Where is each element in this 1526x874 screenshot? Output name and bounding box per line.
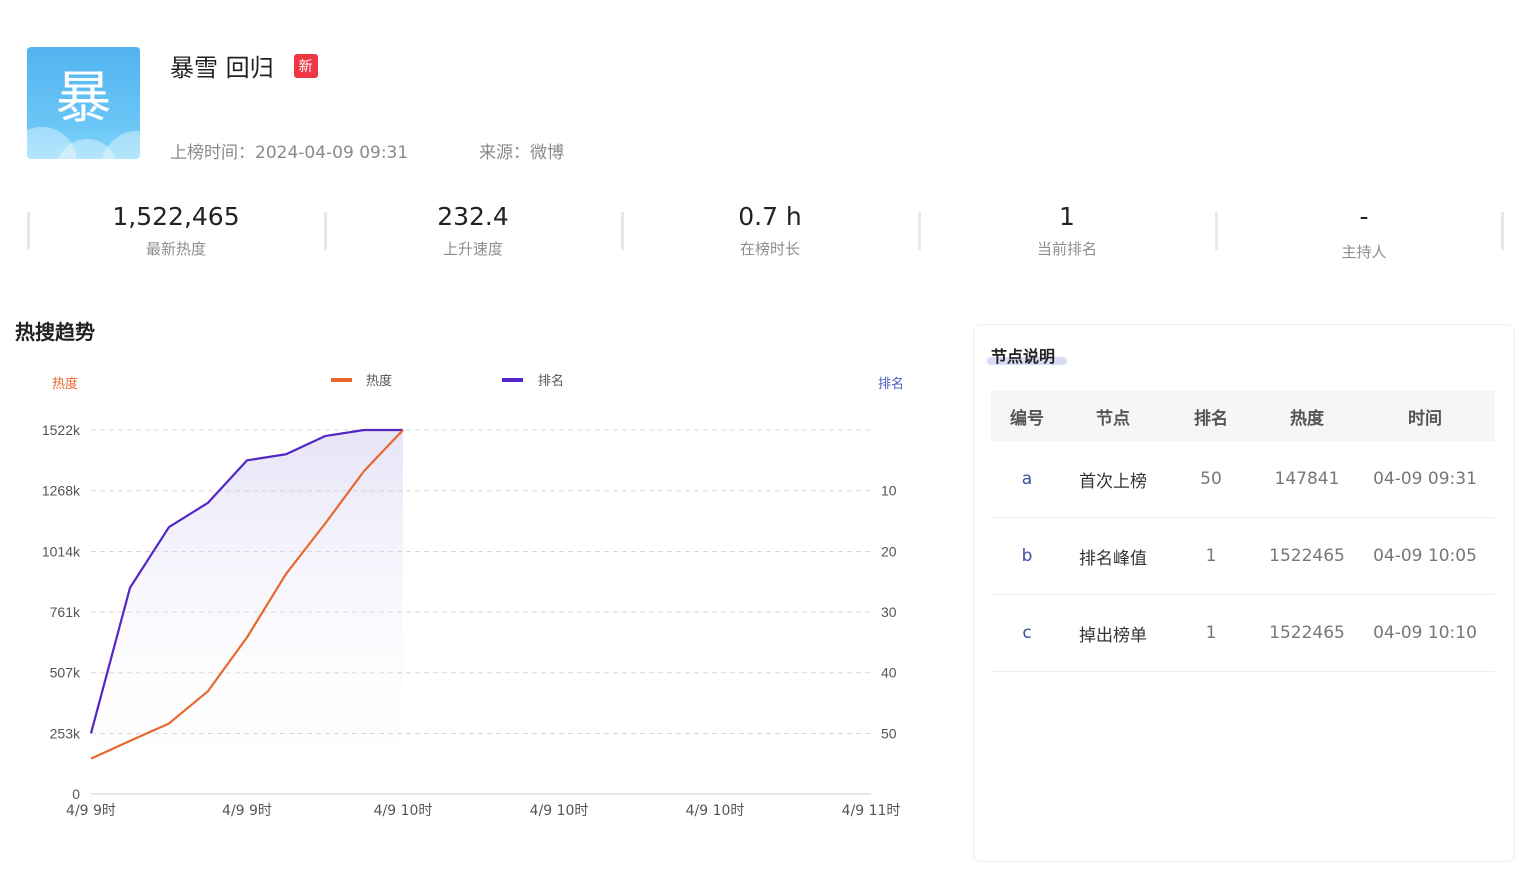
node-heat: 1522465 — [1269, 623, 1345, 643]
stat-value: 232.4 — [437, 202, 509, 231]
node-name: 首次上榜 — [1079, 471, 1147, 492]
title-row: 暴雪 回归 新 — [170, 48, 318, 83]
node-id: b — [1021, 546, 1033, 566]
stat-value: 1 — [1059, 202, 1075, 231]
y-right-tick-label: 40 — [881, 665, 897, 681]
header-cell: 排名 — [1194, 408, 1228, 429]
stat-duration: 0.7 h 在榜时长 — [622, 198, 918, 259]
node-name: 排名峰值 — [1079, 548, 1147, 569]
panel-title: 节点说明 — [991, 347, 1056, 366]
y-left-tick-label: 761k — [50, 604, 81, 620]
stat-divider — [1501, 212, 1504, 250]
legend-label-heat: 热度 — [366, 373, 392, 389]
node-time: 04-09 09:31 — [1373, 469, 1477, 489]
rank-area — [91, 430, 403, 794]
node-time: 04-09 10:10 — [1373, 623, 1477, 643]
node-rank: 1 — [1205, 546, 1217, 566]
y-right-tick-label: 10 — [881, 483, 897, 499]
node-time: 04-09 10:05 — [1373, 546, 1477, 566]
node-id: c — [1022, 623, 1032, 643]
listed-time: 上榜时间：2024-04-09 09:31 — [170, 143, 409, 163]
y-right-axis-name: 排名 — [878, 376, 904, 392]
node-rank: 50 — [1200, 469, 1222, 489]
y-right-tick-label: 30 — [881, 604, 897, 620]
y-left-tick-label: 253k — [50, 725, 81, 741]
nodes-panel: 节点说明 编号 节点 排名 热度 时间 a 首次上榜 50 147841 04-… — [973, 324, 1515, 862]
x-tick-label: 4/9 10时 — [686, 803, 745, 819]
source: 来源：微博 — [479, 143, 564, 163]
stat-host: - 主持人 — [1216, 198, 1512, 262]
header-cell: 热度 — [1290, 408, 1324, 429]
node-heat: 147841 — [1274, 469, 1340, 489]
table-row: a 首次上榜 50 147841 04-09 09:31 — [991, 441, 1495, 518]
stat-value: 1,522,465 — [112, 202, 240, 231]
trend-chart[interactable]: 0 253k 507k 761k 1014k 1268k 1522k 10 20 30 40 50 热度… — [0, 362, 930, 832]
stat-label: 最新热度 — [145, 240, 206, 258]
stats-bar: 1,522,465 最新热度 232.4 上升速度 0.7 h 在榜时长 1 当… — [27, 198, 1505, 270]
node-id: a — [1021, 469, 1033, 489]
header-cell: 节点 — [1096, 408, 1130, 429]
stat-label: 当前排名 — [1036, 240, 1097, 258]
node-rank: 1 — [1205, 623, 1217, 643]
y-left-tick-label: 1522k — [42, 422, 81, 438]
legend-label-rank: 排名 — [538, 373, 564, 389]
stat-latest-heat: 1,522,465 最新热度 — [28, 198, 324, 259]
x-tick-label: 4/9 10时 — [374, 803, 433, 819]
x-tick-label: 4/9 9时 — [222, 803, 272, 819]
nodes-table: 编号 节点 排名 热度 时间 a 首次上榜 50 147841 04-09 09… — [991, 391, 1495, 672]
y-left-tick-label: 507k — [50, 665, 81, 681]
topic-logo: 暴 — [27, 47, 140, 159]
header-cell: 时间 — [1408, 408, 1442, 429]
x-tick-label: 4/9 9时 — [66, 803, 116, 819]
y-right-tick-label: 50 — [881, 725, 897, 741]
stat-rise-speed: 232.4 上升速度 — [325, 198, 621, 259]
x-tick-label: 4/9 11时 — [842, 803, 901, 819]
node-heat: 1522465 — [1269, 546, 1345, 566]
table-row: b 排名峰值 1 1522465 04-09 10:05 — [991, 518, 1495, 595]
y-left-tick-label: 0 — [72, 786, 80, 802]
y-right-tick-label: 20 — [881, 543, 897, 559]
node-name: 掉出榜单 — [1079, 625, 1147, 646]
y-left-axis-name: 热度 — [52, 376, 78, 392]
table-row: c 掉出榜单 1 1522465 04-09 10:10 — [991, 595, 1495, 672]
legend-swatch-rank — [502, 378, 523, 382]
stat-value: - — [1359, 202, 1369, 231]
stat-value: 0.7 h — [738, 202, 802, 231]
table-header: 编号 节点 排名 热度 时间 — [991, 391, 1495, 441]
stat-label: 主持人 — [1341, 243, 1387, 261]
header-cell: 编号 — [1010, 408, 1044, 429]
stat-current-rank: 1 当前排名 — [919, 198, 1215, 259]
logo-char: 暴 — [55, 66, 112, 131]
topic-title: 暴雪 回归 — [170, 54, 274, 82]
legend-swatch-heat — [331, 378, 352, 382]
trend-section-title: 热搜趋势 — [15, 320, 95, 344]
stat-label: 在榜时长 — [739, 240, 800, 258]
stat-label: 上升速度 — [442, 240, 503, 258]
new-badge: 新 — [293, 53, 318, 78]
x-tick-label: 4/9 10时 — [530, 803, 589, 819]
y-left-tick-label: 1014k — [42, 543, 81, 559]
y-left-tick-label: 1268k — [42, 483, 81, 499]
